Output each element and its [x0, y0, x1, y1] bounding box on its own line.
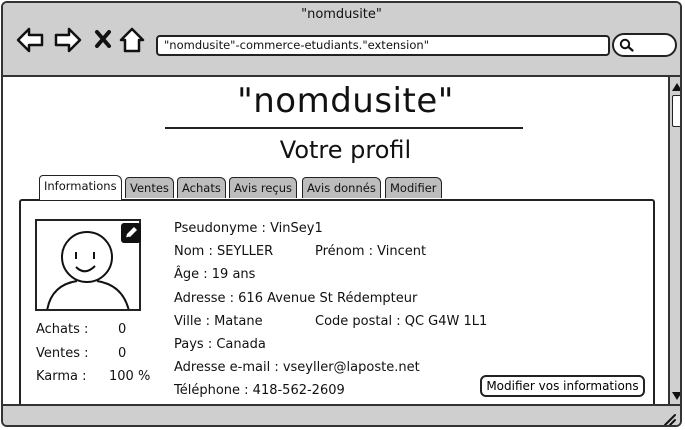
scroll-down-arrow-icon[interactable] [670, 388, 680, 402]
search-input[interactable] [612, 33, 677, 57]
email-field: Adresse e-mail : vseyller@laposte.net [174, 360, 420, 375]
tab-ventes[interactable]: Ventes [125, 177, 174, 198]
karma-value: 100 % [109, 369, 151, 384]
edit-avatar-button[interactable] [121, 223, 141, 243]
purchases-label: Achats : [36, 322, 89, 337]
home-icon[interactable] [118, 25, 148, 55]
page-content: "nomdusite" Votre profil Informations Ve… [3, 77, 668, 414]
address-field: Adresse : 616 Avenue St Rédempteur [174, 291, 418, 306]
pencil-icon [125, 227, 137, 239]
back-arrow-icon[interactable] [15, 25, 45, 55]
tab-informations[interactable]: Informations [39, 175, 122, 200]
age-field: Âge : 19 ans [174, 267, 256, 282]
vertical-scrollbar[interactable] [668, 77, 680, 404]
tab-achats[interactable]: Achats [177, 177, 226, 198]
page-subtitle: Votre profil [279, 136, 412, 164]
tab-avis-donnes[interactable]: Avis donnés [302, 177, 381, 198]
purchases-value: 0 [118, 322, 127, 337]
title-bar: "nomdusite" "nomdusite"-commerce-etudian… [3, 3, 680, 77]
scroll-up-arrow-icon[interactable] [670, 79, 680, 93]
tab-avis-recus[interactable]: Avis reçus [229, 177, 297, 198]
close-icon[interactable] [91, 25, 121, 55]
title-divider [165, 127, 523, 129]
lastname-field: Nom : SEYLLER [174, 244, 274, 259]
sales-label: Ventes : [36, 346, 89, 361]
profile-panel: Achats : 0 Ventes : 0 Karma : 100 % Pseu… [19, 199, 655, 414]
modify-info-button[interactable]: Modifier vos informations [480, 375, 645, 397]
address-bar[interactable]: "nomdusite"-commerce-etudiants."extensio… [156, 35, 610, 56]
tab-modifier[interactable]: Modifier [385, 177, 442, 198]
phone-field: Téléphone : 418-562-2609 [174, 383, 345, 398]
status-bar [3, 404, 680, 426]
city-field: Ville : Matane [174, 314, 263, 329]
browser-window: "nomdusite" "nomdusite"-commerce-etudian… [1, 1, 682, 427]
site-title: "nomdusite" [237, 81, 454, 121]
sales-value: 0 [118, 346, 127, 361]
scrollbar-thumb[interactable] [672, 95, 680, 127]
firstname-field: Prénom : Vincent [315, 244, 427, 259]
forward-arrow-icon[interactable] [53, 25, 83, 55]
country-field: Pays : Canada [174, 337, 266, 352]
resize-grip-icon[interactable] [662, 412, 676, 426]
pseudo-field: Pseudonyme : VinSey1 [174, 221, 323, 236]
karma-label: Karma : [36, 369, 87, 384]
postal-code-field: Code postal : QC G4W 1L1 [315, 314, 488, 329]
window-title: "nomdusite" [301, 7, 382, 22]
search-icon [619, 38, 634, 52]
